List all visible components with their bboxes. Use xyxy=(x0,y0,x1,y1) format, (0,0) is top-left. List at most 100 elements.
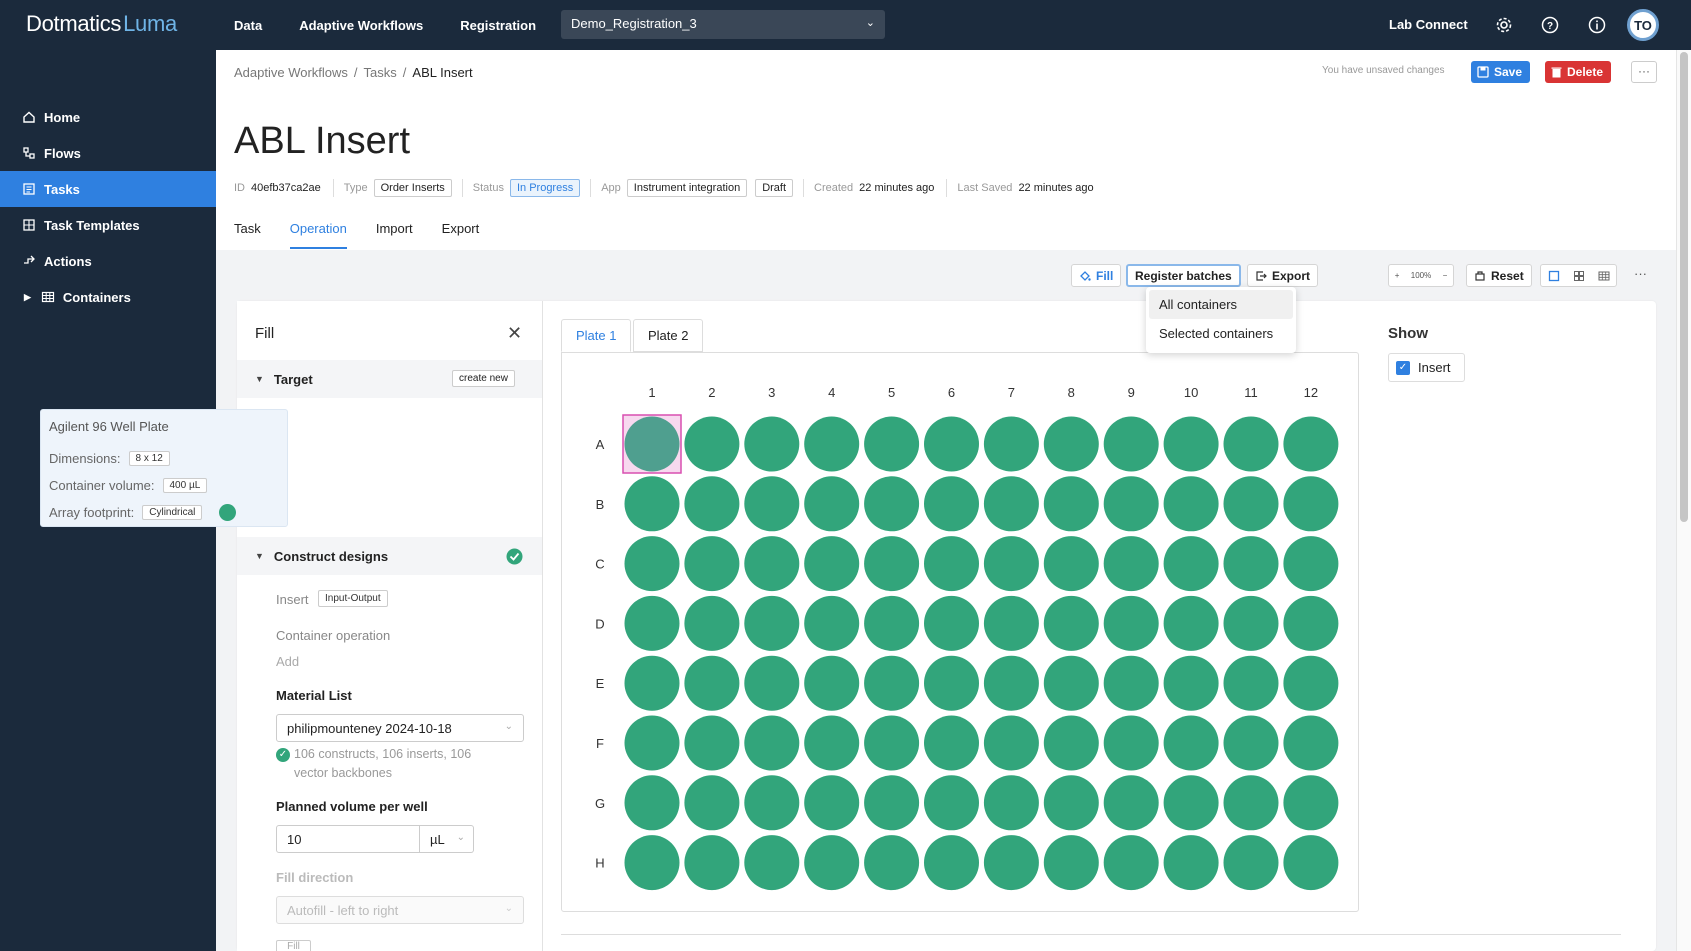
well-D1[interactable] xyxy=(624,595,680,651)
material-list-select[interactable]: philipmounteney 2024-10-18 ⌄ xyxy=(276,714,524,742)
show-insert-toggle[interactable]: ✓ Insert xyxy=(1388,353,1465,382)
planned-volume-input[interactable]: 10 xyxy=(276,825,420,853)
app-logo[interactable]: DotmaticsLuma xyxy=(26,11,177,37)
well-D11[interactable] xyxy=(1223,595,1279,651)
project-select[interactable]: Demo_Registration_3 ⌄ xyxy=(561,10,885,39)
well-B4[interactable] xyxy=(804,476,860,532)
well-C4[interactable] xyxy=(804,536,860,592)
user-avatar[interactable]: TO xyxy=(1627,9,1659,41)
well-F12[interactable] xyxy=(1283,715,1339,771)
well-E5[interactable] xyxy=(864,655,920,711)
well-C11[interactable] xyxy=(1223,536,1279,592)
target-plate-card[interactable]: Agilent 96 Well Plate Dimensions: 8 x 12… xyxy=(40,409,288,527)
delete-button[interactable]: Delete xyxy=(1545,61,1612,83)
well-A12[interactable] xyxy=(1283,416,1339,472)
well-B6[interactable] xyxy=(924,476,979,532)
well-D2[interactable] xyxy=(684,595,740,651)
add-link[interactable]: Add xyxy=(276,654,299,669)
well-F1[interactable] xyxy=(624,715,680,771)
tab-plate-2[interactable]: Plate 2 xyxy=(633,319,704,352)
well-D9[interactable] xyxy=(1103,595,1159,651)
well-D8[interactable] xyxy=(1043,595,1099,651)
well-D12[interactable] xyxy=(1283,595,1339,651)
well-C3[interactable] xyxy=(744,536,800,592)
well-E3[interactable] xyxy=(744,655,800,711)
well-E1[interactable] xyxy=(624,655,680,711)
well-G1[interactable] xyxy=(624,775,680,831)
sidebar-item-containers[interactable]: ▶ Containers xyxy=(0,279,216,315)
well-G8[interactable] xyxy=(1043,775,1099,831)
breadcrumb-adaptive-workflows[interactable]: Adaptive Workflows xyxy=(234,65,348,80)
well-B5[interactable] xyxy=(864,476,920,532)
well-F10[interactable] xyxy=(1163,715,1219,771)
info-icon[interactable] xyxy=(1587,15,1607,35)
well-B11[interactable] xyxy=(1223,476,1279,532)
well-E10[interactable] xyxy=(1163,655,1219,711)
well-C8[interactable] xyxy=(1043,536,1099,592)
well-B1[interactable] xyxy=(624,476,680,532)
well-F3[interactable] xyxy=(744,715,800,771)
well-H1[interactable] xyxy=(624,835,680,891)
well-A10[interactable] xyxy=(1163,416,1219,472)
well-G5[interactable] xyxy=(864,775,920,831)
close-icon[interactable]: ✕ xyxy=(507,323,522,344)
tab-import[interactable]: Import xyxy=(376,219,413,249)
well-H4[interactable] xyxy=(804,835,860,891)
well-H9[interactable] xyxy=(1103,835,1159,891)
sidebar-item-home[interactable]: Home xyxy=(0,99,216,135)
export-button[interactable]: Export xyxy=(1247,264,1319,287)
well-F11[interactable] xyxy=(1223,715,1279,771)
well-G9[interactable] xyxy=(1103,775,1159,831)
well-C6[interactable] xyxy=(924,536,979,592)
well-H2[interactable] xyxy=(684,835,740,891)
fill-button[interactable]: Fill xyxy=(1071,264,1122,287)
construct-section-header[interactable]: ▼ Construct designs xyxy=(237,537,542,575)
checkbox-checked-icon[interactable]: ✓ xyxy=(1396,360,1410,375)
well-B10[interactable] xyxy=(1163,476,1219,532)
well-A7[interactable] xyxy=(983,416,1039,472)
fill-direction-select[interactable]: Autofill - left to right ⌄ xyxy=(276,896,524,924)
well-E7[interactable] xyxy=(983,655,1039,711)
breadcrumb-tasks[interactable]: Tasks xyxy=(364,65,397,80)
well-B3[interactable] xyxy=(744,476,800,532)
well-A4[interactable] xyxy=(804,416,860,472)
well-A3[interactable] xyxy=(744,416,800,472)
table-view-button[interactable] xyxy=(1591,265,1616,286)
single-view-button[interactable] xyxy=(1541,265,1566,286)
well-A2[interactable] xyxy=(684,416,740,472)
sidebar-item-task-templates[interactable]: Task Templates xyxy=(0,207,216,243)
well-H11[interactable] xyxy=(1223,835,1279,891)
zoom-out-button[interactable]: − xyxy=(1443,271,1448,280)
well-H7[interactable] xyxy=(983,835,1039,891)
gear-icon[interactable] xyxy=(1494,15,1514,35)
more-options-button[interactable]: ··· xyxy=(1631,61,1657,83)
well-F2[interactable] xyxy=(684,715,740,771)
menu-item-all-containers[interactable]: All containers xyxy=(1149,290,1293,319)
well-A8[interactable] xyxy=(1043,416,1099,472)
zoom-in-button[interactable]: + xyxy=(1395,271,1400,280)
well-F8[interactable] xyxy=(1043,715,1099,771)
grid-view-button[interactable] xyxy=(1566,265,1591,286)
sidebar-item-flows[interactable]: Flows xyxy=(0,135,216,171)
fill-submit-button[interactable]: Fill xyxy=(276,940,311,951)
tab-operation[interactable]: Operation xyxy=(289,219,347,249)
well-B2[interactable] xyxy=(684,476,740,532)
menu-item-selected-containers[interactable]: Selected containers xyxy=(1149,319,1293,348)
well-G10[interactable] xyxy=(1163,775,1219,831)
help-icon[interactable]: ? xyxy=(1540,15,1560,35)
well-B7[interactable] xyxy=(983,476,1039,532)
well-G6[interactable] xyxy=(924,775,979,831)
lab-connect-link[interactable]: Lab Connect xyxy=(1389,17,1468,32)
well-H5[interactable] xyxy=(864,835,920,891)
sidebar-item-actions[interactable]: Actions xyxy=(0,243,216,279)
tab-task[interactable]: Task xyxy=(234,219,261,249)
well-D3[interactable] xyxy=(744,595,800,651)
well-E8[interactable] xyxy=(1043,655,1099,711)
well-C1[interactable] xyxy=(624,536,680,592)
well-C5[interactable] xyxy=(864,536,920,592)
well-G4[interactable] xyxy=(804,775,860,831)
register-batches-button[interactable]: Register batches xyxy=(1126,264,1241,287)
nav-adaptive-workflows[interactable]: Adaptive Workflows xyxy=(299,18,423,33)
well-E11[interactable] xyxy=(1223,655,1279,711)
well-A5[interactable] xyxy=(864,416,920,472)
